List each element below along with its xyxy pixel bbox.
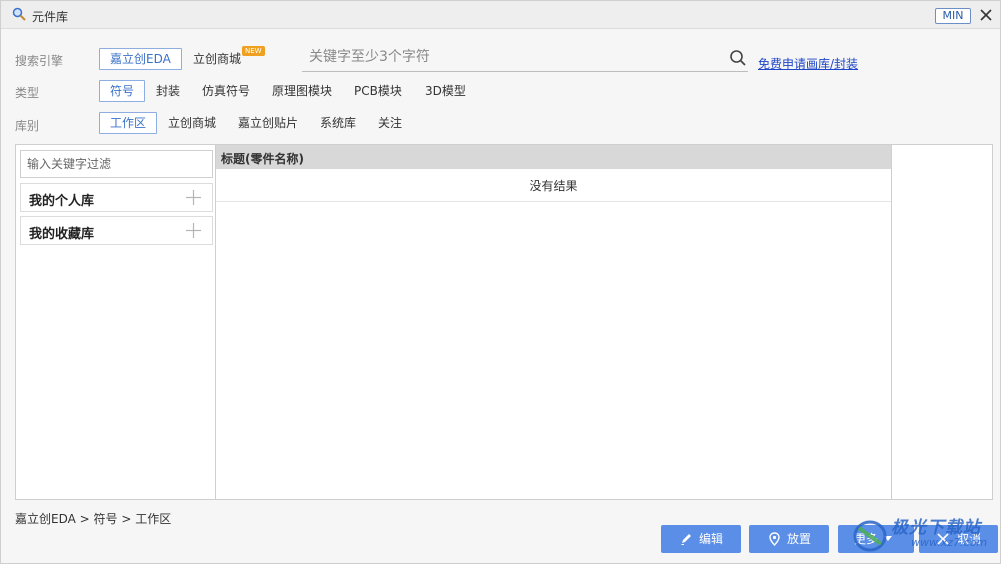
personal-library-item[interactable]: 我的个人库 xyxy=(20,183,213,212)
search-input[interactable] xyxy=(309,46,719,68)
title-bar: 元件库 MIN xyxy=(1,1,1000,29)
magnifier-icon xyxy=(12,7,26,21)
column-header-title[interactable]: 标题(零件名称) xyxy=(216,145,891,169)
cancel-button[interactable]: 取消 xyxy=(919,525,998,553)
type-option-pcb-module[interactable]: PCB模块 xyxy=(344,81,412,103)
results-table: 标题(零件名称) 没有结果 xyxy=(215,144,892,500)
library-window: 元件库 MIN 搜索引擎 嘉立创EDA 立创商城 NEW 免费申请画库/封装 类… xyxy=(0,0,1001,564)
library-option-workspace[interactable]: 工作区 xyxy=(99,112,158,134)
place-button-label: 放置 xyxy=(787,532,812,546)
type-option-3d-model[interactable]: 3D模型 xyxy=(415,81,476,103)
window-title: 元件库 xyxy=(32,10,69,24)
library-tree-panel: 我的个人库 我的收藏库 xyxy=(15,144,216,500)
minimize-button[interactable]: MIN xyxy=(935,8,971,24)
library-option-jlc-smt[interactable]: 嘉立创贴片 xyxy=(228,113,308,135)
filter-input[interactable] xyxy=(20,150,213,178)
type-option-sim-symbol[interactable]: 仿真符号 xyxy=(192,81,260,103)
close-x-icon xyxy=(937,533,949,545)
pencil-icon xyxy=(681,534,691,545)
personal-library-label: 我的个人库 xyxy=(29,194,95,209)
close-button[interactable] xyxy=(978,6,994,24)
more-button-label: 更多 xyxy=(854,532,879,546)
preview-panel xyxy=(891,144,993,500)
search-box xyxy=(302,43,748,72)
plus-icon[interactable] xyxy=(185,222,202,239)
place-button[interactable]: 放置 xyxy=(749,525,829,553)
library-option-system[interactable]: 系统库 xyxy=(310,113,366,135)
breadcrumb: 嘉立创EDA > 符号 > 工作区 xyxy=(15,512,172,526)
type-option-symbol[interactable]: 符号 xyxy=(99,80,146,102)
type-option-footprint[interactable]: 封装 xyxy=(146,81,190,103)
plus-icon[interactable] xyxy=(185,189,202,206)
engine-label: 搜索引擎 xyxy=(15,54,64,68)
type-option-schematic-module[interactable]: 原理图模块 xyxy=(262,81,342,103)
search-icon[interactable] xyxy=(729,49,747,67)
apply-library-link[interactable]: 免费申请画库/封装 xyxy=(758,55,858,72)
library-option-lcsc[interactable]: 立创商城 xyxy=(158,113,226,135)
favorites-library-item[interactable]: 我的收藏库 xyxy=(20,216,213,245)
empty-results-text: 没有结果 xyxy=(216,170,891,202)
engine-option-lcsc[interactable]: 立创商城 xyxy=(183,49,251,71)
type-label: 类型 xyxy=(15,86,40,100)
engine-option-jlc-eda[interactable]: 嘉立创EDA xyxy=(99,48,182,70)
more-button[interactable]: 更多 xyxy=(838,525,914,553)
column-header-label: 标题(零件名称) xyxy=(221,152,304,166)
edit-button-label: 编辑 xyxy=(699,532,724,546)
caret-down-icon xyxy=(884,536,892,541)
location-pin-icon xyxy=(769,532,780,546)
new-badge: NEW xyxy=(242,46,265,56)
edit-button[interactable]: 编辑 xyxy=(661,525,741,553)
library-label: 库别 xyxy=(15,119,40,133)
close-icon xyxy=(980,9,992,21)
library-option-follow[interactable]: 关注 xyxy=(368,113,412,135)
favorites-library-label: 我的收藏库 xyxy=(29,227,95,242)
cancel-button-label: 取消 xyxy=(957,532,982,546)
